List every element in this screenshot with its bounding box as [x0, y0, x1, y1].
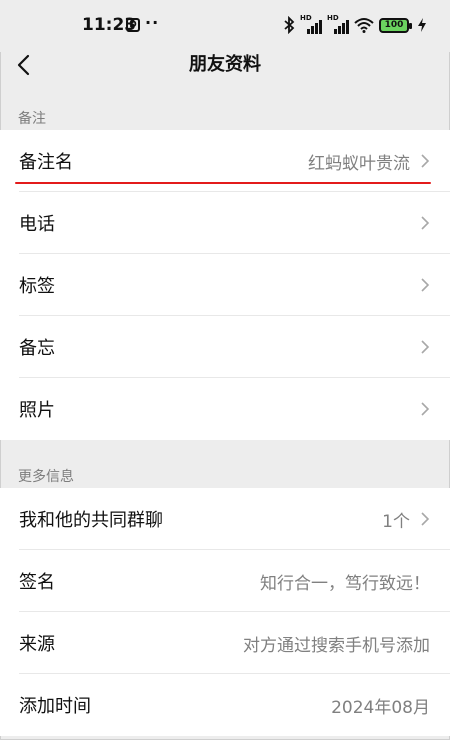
row-value: 红蚂蚁叶贵流 — [308, 153, 410, 174]
row-memo[interactable]: 备忘 — [0, 316, 450, 378]
red-annotation-underline — [15, 182, 431, 184]
section-header-more-info: 更多信息 — [18, 469, 74, 485]
battery-icon: 100 — [379, 17, 412, 33]
remark-group: 备注名 红蚂蚁叶贵流 电话 标签 备忘 照片 — [0, 130, 450, 440]
chevron-right-icon — [421, 154, 430, 168]
row-label: 标签 — [19, 276, 55, 297]
signal-icon-2: HD — [327, 14, 349, 34]
more-info-group: 我和他的共同群聊 1个 签名 知行合一，笃行致远！ 来源 对方通过搜索手机号添加… — [0, 488, 450, 736]
status-bar: 11:23 D ·· HD HD 100 — [0, 0, 450, 52]
bluetooth-icon — [284, 16, 295, 34]
row-value: 知行合一，笃行致远！ — [260, 573, 430, 594]
row-signature: 签名 知行合一，笃行致远！ — [0, 550, 450, 612]
row-label: 照片 — [19, 400, 55, 421]
more-notifications-icon: ·· — [145, 13, 160, 32]
row-label: 备忘 — [19, 338, 55, 359]
row-remark-name[interactable]: 备注名 红蚂蚁叶贵流 — [0, 130, 450, 192]
chevron-right-icon — [421, 216, 430, 230]
row-phone[interactable]: 电话 — [0, 192, 450, 254]
chevron-right-icon — [421, 402, 430, 416]
row-label: 电话 — [19, 214, 55, 235]
row-label: 签名 — [19, 572, 55, 593]
status-icons: HD HD 100 — [283, 14, 426, 35]
row-value: 1个 — [382, 511, 410, 532]
chevron-right-icon — [421, 512, 430, 526]
nav-bar: 朋友资料 — [0, 52, 450, 82]
row-label: 我和他的共同群聊 — [19, 510, 163, 531]
wifi-icon — [354, 18, 374, 33]
row-tags[interactable]: 标签 — [0, 254, 450, 316]
row-common-groups[interactable]: 我和他的共同群聊 1个 — [0, 488, 450, 550]
row-added-time: 添加时间 2024年08月 — [0, 674, 450, 736]
row-label: 备注名 — [19, 152, 73, 173]
chevron-right-icon — [421, 340, 430, 354]
row-photos[interactable]: 照片 — [0, 378, 450, 440]
page-title: 朋友资料 — [189, 54, 261, 75]
charging-icon — [418, 18, 426, 32]
chevron-right-icon — [421, 278, 430, 292]
row-value: 对方通过搜索手机号添加 — [243, 635, 430, 656]
notification-app-icon: D — [126, 18, 140, 32]
row-label: 添加时间 — [19, 696, 91, 717]
row-source: 来源 对方通过搜索手机号添加 — [0, 612, 450, 674]
row-value: 2024年08月 — [331, 697, 430, 718]
section-header-remark: 备注 — [18, 111, 46, 127]
row-label: 来源 — [19, 634, 55, 655]
signal-icon-1: HD — [300, 14, 322, 34]
